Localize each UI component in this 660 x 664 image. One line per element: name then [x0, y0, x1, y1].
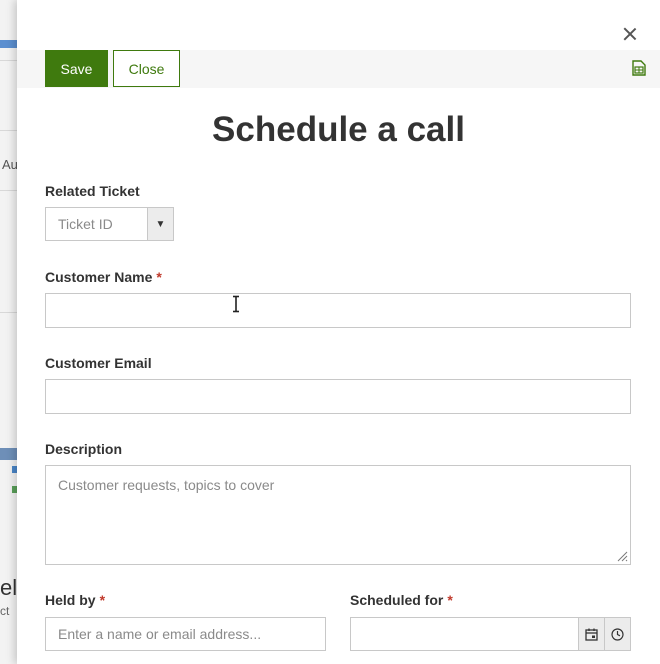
scheduled-for-label: Scheduled for *	[350, 592, 453, 608]
scheduled-for-input[interactable]	[351, 618, 578, 650]
description-placeholder: Customer requests, topics to cover	[58, 477, 275, 493]
text-cursor-icon	[233, 295, 239, 313]
related-ticket-placeholder: Ticket ID	[58, 216, 113, 232]
save-button[interactable]: Save	[45, 50, 108, 87]
held-by-label: Held by *	[45, 592, 105, 608]
required-marker: *	[156, 269, 162, 285]
customer-name-input[interactable]	[45, 293, 631, 328]
scheduled-for-datetime	[350, 617, 631, 651]
description-label: Description	[45, 441, 122, 457]
resize-handle-icon[interactable]	[616, 550, 628, 562]
held-by-label-text: Held by	[45, 592, 96, 608]
dropdown-arrow-icon[interactable]: ▼	[147, 208, 173, 240]
held-by-placeholder: Enter a name or email address...	[58, 626, 262, 642]
background-divider	[0, 312, 17, 313]
related-ticket-select[interactable]: Ticket ID ▼	[45, 207, 174, 241]
customer-name-label: Customer Name *	[45, 269, 162, 285]
background-app-strip	[0, 448, 17, 460]
customer-email-label: Customer Email	[45, 355, 152, 371]
required-marker: *	[447, 592, 453, 608]
required-marker: *	[99, 592, 106, 608]
background-heading: elo	[0, 575, 17, 600]
background-divider	[0, 130, 17, 131]
customer-email-label-text: Customer Email	[45, 355, 152, 371]
close-button[interactable]: Close	[113, 50, 180, 87]
related-ticket-label-text: Related Ticket	[45, 183, 140, 199]
dialog-toolbar: Save Close	[17, 50, 660, 88]
schedule-call-dialog: Save Close Schedule a call Related Ticke…	[17, 0, 660, 664]
related-ticket-label: Related Ticket	[45, 183, 140, 199]
description-textarea[interactable]: Customer requests, topics to cover	[45, 465, 631, 565]
close-icon[interactable]	[620, 24, 640, 44]
customer-name-label-text: Customer Name	[45, 269, 153, 285]
background-app: Au elo ct	[0, 0, 17, 664]
excel-icon[interactable]	[632, 60, 646, 76]
background-divider	[0, 190, 17, 191]
customer-email-input[interactable]	[45, 379, 631, 414]
background-subtext: ct	[0, 604, 10, 618]
background-divider	[0, 60, 17, 61]
held-by-input[interactable]: Enter a name or email address...	[45, 617, 326, 651]
page-title: Schedule a call	[212, 110, 465, 149]
background-app-header-bar	[0, 40, 17, 48]
scheduled-for-label-text: Scheduled for	[350, 592, 444, 608]
description-label-text: Description	[45, 441, 123, 457]
background-text: Au	[2, 157, 17, 172]
calendar-icon[interactable]	[578, 618, 604, 650]
clock-icon[interactable]	[604, 618, 630, 650]
